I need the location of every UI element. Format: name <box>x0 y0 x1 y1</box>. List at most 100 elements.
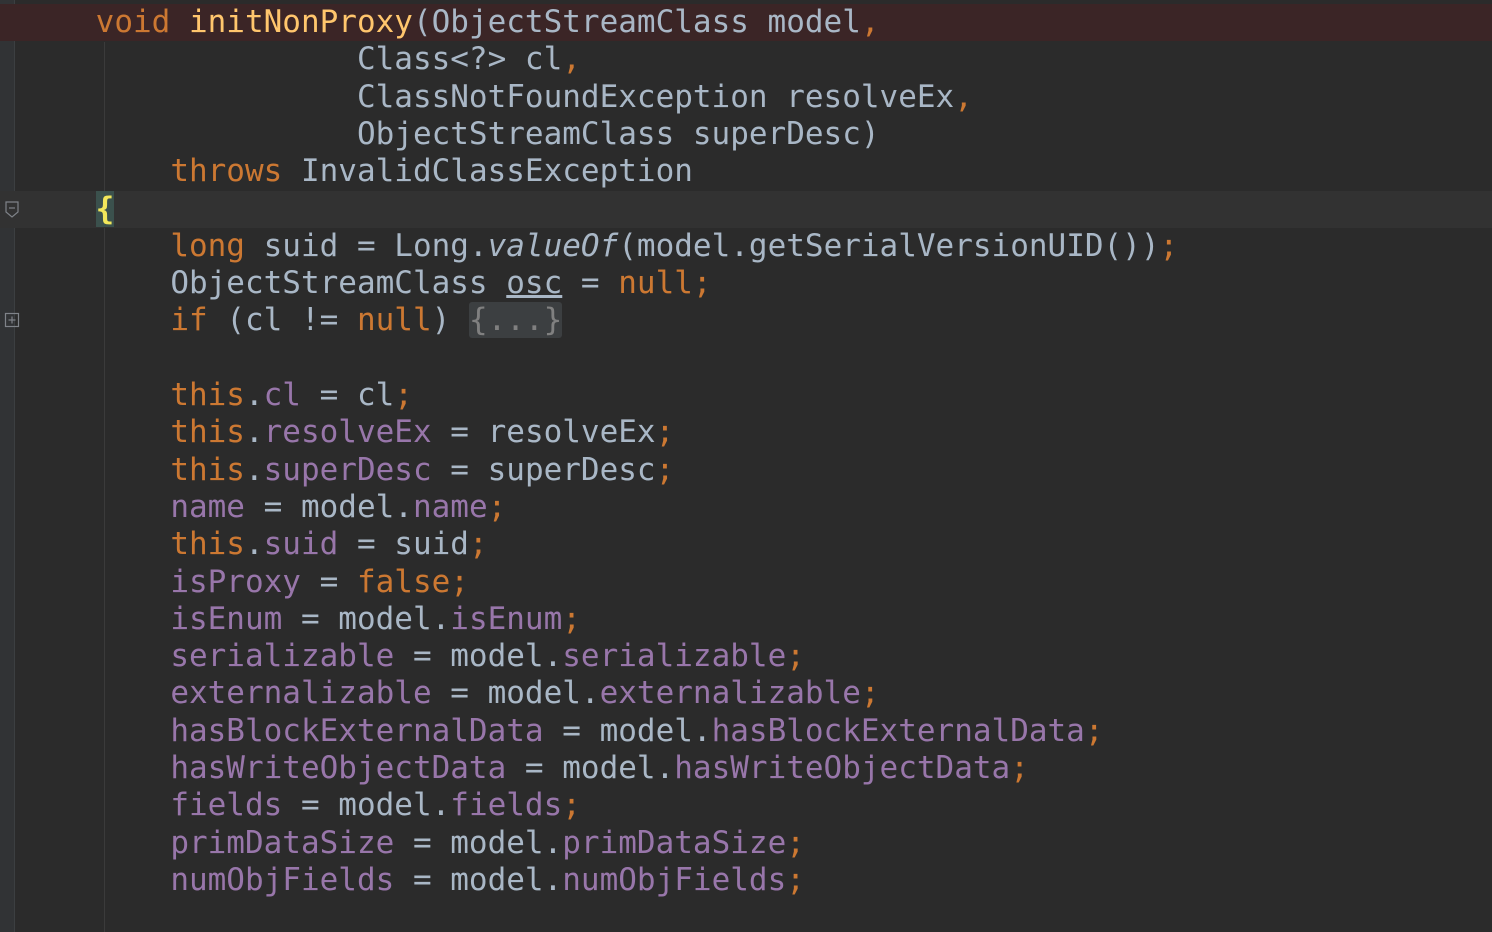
code-line[interactable]: this.cl = cl; <box>0 377 1492 414</box>
code-token: primDataSize <box>170 824 395 861</box>
code-token: ; <box>562 787 581 824</box>
code-line[interactable]: hasWriteObjectData = model.hasWriteObjec… <box>0 750 1492 787</box>
code-token: serializable <box>170 638 395 675</box>
code-line-text: Class<?> cl, <box>21 41 581 78</box>
code-token: long <box>170 227 264 264</box>
code-line-text: ClassNotFoundException resolveEx, <box>21 79 973 116</box>
code-token: ObjectStreamClass superDesc) <box>356 115 880 152</box>
code-token: { <box>95 190 115 227</box>
code-line[interactable]: primDataSize = model.primDataSize; <box>0 825 1492 862</box>
code-line[interactable]: ClassNotFoundException resolveEx, <box>0 79 1492 116</box>
code-token: isEnum <box>450 600 563 637</box>
code-token: false; <box>356 563 469 600</box>
code-token: = resolveEx <box>431 414 656 451</box>
code-token: = superDesc <box>431 451 656 488</box>
code-line-text: hasBlockExternalData = model.hasBlockExt… <box>21 712 1103 750</box>
code-line[interactable]: isEnum = model.isEnum; <box>0 601 1492 638</box>
code-line-text: this.superDesc = superDesc; <box>21 452 674 489</box>
code-line[interactable]: ObjectStreamClass osc = null; <box>0 265 1492 302</box>
code-token: isEnum <box>170 600 283 637</box>
code-token: (cl != <box>226 302 357 339</box>
code-token: ; <box>655 451 675 488</box>
code-token: , <box>860 4 880 40</box>
code-token: (ObjectStreamClass model <box>412 4 861 40</box>
folded-code-block[interactable]: {...} <box>468 302 563 339</box>
code-line-text: externalizable = model.externalizable; <box>21 675 879 712</box>
code-token: = cl <box>300 377 395 413</box>
code-line[interactable]: fields = model.fields; <box>0 787 1492 824</box>
fold-collapse-icon[interactable] <box>4 200 20 218</box>
code-line-text: this.cl = cl; <box>21 377 413 414</box>
code-token: = suid <box>338 526 469 563</box>
code-line[interactable]: if (cl != null) {...} <box>0 302 1492 339</box>
code-token: fields <box>450 787 563 824</box>
code-line[interactable]: Class<?> cl, <box>0 41 1492 78</box>
code-token: . <box>244 451 264 488</box>
code-line[interactable]: this.suid = suid; <box>0 526 1492 563</box>
code-token: throws <box>170 153 301 190</box>
code-line[interactable]: serializable = model.serializable; <box>0 638 1492 675</box>
code-token: resolveEx <box>263 414 432 451</box>
code-token: = <box>300 563 357 600</box>
code-token: = model. <box>394 638 563 675</box>
code-token: ObjectStreamClass <box>170 265 507 302</box>
code-token: externalizable <box>599 675 861 712</box>
code-token: primDataSize <box>562 824 787 861</box>
code-line[interactable]: this.resolveEx = resolveEx; <box>0 414 1492 451</box>
code-token: = model. <box>282 787 451 824</box>
code-token: ) <box>431 302 469 339</box>
code-token: = model. <box>543 712 712 749</box>
code-token: ; <box>655 414 675 451</box>
code-line[interactable]: long suid = Long.valueOf(model.getSerial… <box>0 228 1492 265</box>
code-token: = model. <box>394 861 563 898</box>
code-token: name <box>170 488 245 525</box>
code-line[interactable]: numObjFields = model.numObjFields; <box>0 862 1492 899</box>
code-token: ClassNotFoundException resolveEx <box>356 78 955 115</box>
code-line-text: throws InvalidClassException <box>21 153 693 190</box>
code-line[interactable]: { <box>0 190 1492 228</box>
code-line[interactable]: name = model.name; <box>0 489 1492 526</box>
code-token: ; <box>1010 750 1029 786</box>
code-token: this <box>170 451 245 488</box>
code-line-text: this.resolveEx = resolveEx; <box>21 414 674 451</box>
code-editor[interactable]: void initNonProxy(ObjectStreamClass mode… <box>0 0 1492 932</box>
code-line-text: serializable = model.serializable; <box>21 638 805 675</box>
code-line[interactable]: externalizable = model.externalizable; <box>0 675 1492 712</box>
code-token: = model. <box>282 600 451 637</box>
code-line[interactable]: isProxy = false; <box>0 564 1492 601</box>
code-token: hasWriteObjectData <box>170 750 507 786</box>
code-line[interactable]: ObjectStreamClass superDesc) <box>0 116 1492 153</box>
code-token: if <box>170 302 227 339</box>
code-token: this <box>170 526 245 563</box>
code-token: externalizable <box>170 675 432 712</box>
code-line[interactable]: hasBlockExternalData = model.hasBlockExt… <box>0 713 1492 750</box>
code-token: this <box>170 414 245 451</box>
code-line-text: name = model.name; <box>21 489 506 526</box>
code-token: name <box>412 488 488 525</box>
code-line[interactable]: void initNonProxy(ObjectStreamClass mode… <box>0 4 1492 41</box>
code-token: ; <box>1159 227 1179 264</box>
code-token: suid = Long. <box>263 227 488 264</box>
code-line-text: primDataSize = model.primDataSize; <box>21 825 805 862</box>
code-line[interactable]: throws InvalidClassException <box>0 153 1492 190</box>
code-line[interactable] <box>0 340 1492 377</box>
fold-expand-icon[interactable] <box>4 312 20 328</box>
code-token: suid <box>263 526 339 563</box>
code-token: null <box>356 302 432 339</box>
code-line-text: long suid = Long.valueOf(model.getSerial… <box>21 228 1178 265</box>
code-line[interactable]: this.superDesc = superDesc; <box>0 452 1492 489</box>
code-token: , <box>562 41 581 78</box>
